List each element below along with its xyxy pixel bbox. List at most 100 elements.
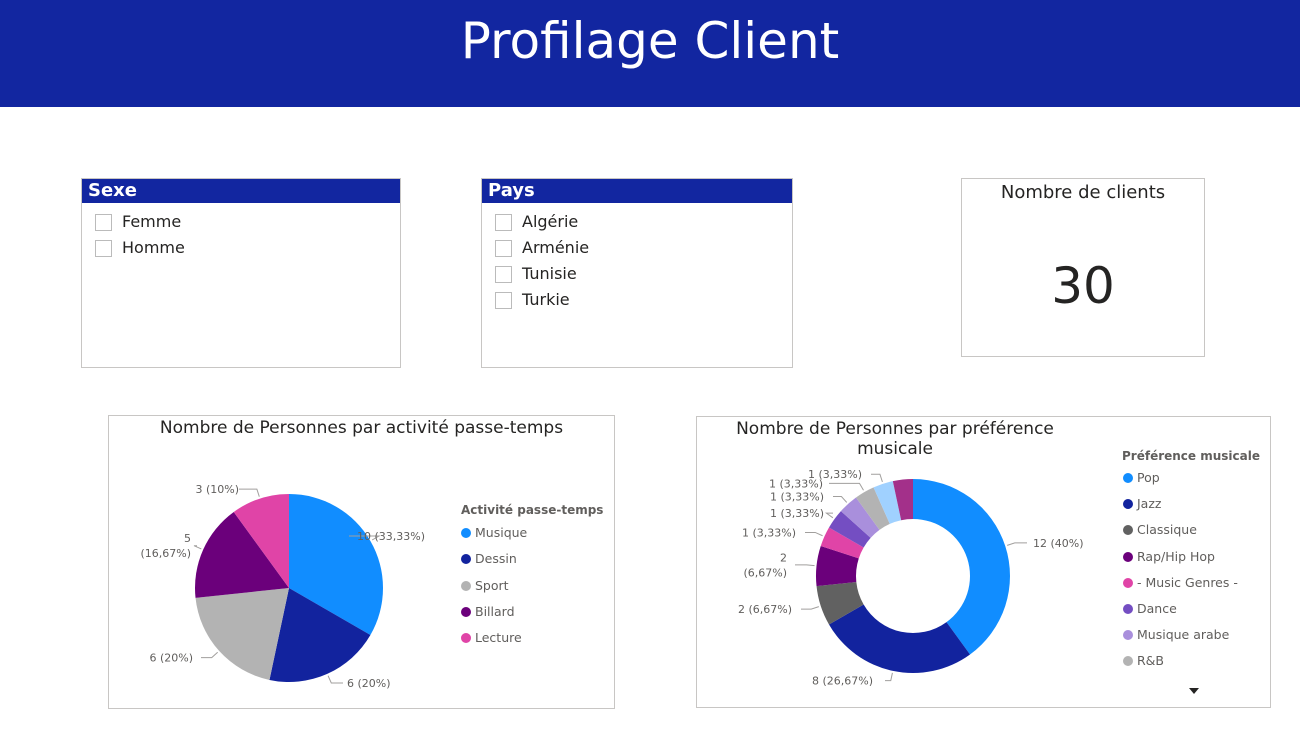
sexe-slicer: Sexe Femme Homme [81, 178, 401, 368]
legend-item[interactable]: Jazz [1123, 494, 1161, 514]
leader-line [1007, 542, 1027, 546]
legend-marker [1123, 577, 1133, 588]
checkbox[interactable] [495, 214, 512, 231]
slicer-option-homme[interactable]: Homme [82, 235, 400, 261]
data-label: 8 (26,67%) [812, 675, 873, 688]
report-title: Profilage Client [460, 12, 840, 70]
slicer-option-algerie[interactable]: Algérie [482, 209, 792, 235]
leader-line [239, 488, 260, 497]
hobby-pie-visual: Nombre de Personnes par activité passe-t… [108, 415, 615, 709]
data-label: 1 (3,33%) [770, 507, 824, 520]
leader-line [885, 672, 893, 682]
legend-label: Musique [475, 525, 528, 540]
report-header: Profilage Client [0, 0, 1300, 107]
checkbox[interactable] [95, 240, 112, 257]
legend-label: Sport [475, 577, 509, 593]
leader-line [805, 531, 823, 537]
slicer-title: Pays [482, 179, 792, 203]
legend-label: Billard [475, 603, 515, 619]
data-label: 1 (3,33%) [770, 490, 824, 503]
slicer-option-label: Tunisie [522, 264, 577, 283]
leader-line [871, 473, 883, 482]
leader-line [327, 675, 343, 684]
legend-item[interactable]: Musique arabe [1123, 625, 1229, 645]
data-label: (16,67%) [140, 547, 191, 560]
data-label: 6 (20%) [347, 677, 391, 690]
legend-item[interactable]: Billard [461, 602, 515, 622]
slicer-option-label: Homme [122, 238, 185, 257]
chart-title: Nombre de Personnes par activité passe-t… [159, 418, 564, 438]
slicer-option-label: Turkie [522, 290, 570, 309]
legend-item[interactable]: Dance [1123, 599, 1177, 619]
legend-label: Rap/Hip Hop [1137, 548, 1215, 564]
pie-slice[interactable] [828, 604, 971, 674]
legend-marker [1123, 499, 1133, 510]
checkbox[interactable] [495, 292, 512, 309]
leader-line [833, 495, 848, 503]
legend-label: Pop [1137, 470, 1160, 485]
data-label: 2 [780, 551, 787, 564]
legend-marker [461, 606, 471, 617]
leader-line [795, 564, 815, 567]
checkbox[interactable] [495, 240, 512, 257]
pie-slice[interactable] [913, 479, 1010, 655]
clients-count-card: Nombre de clients 30 [961, 178, 1205, 357]
legend-item[interactable]: Sport [461, 576, 509, 596]
card-title: Nombre de clients [1000, 182, 1166, 203]
legend-label: Lecture [475, 630, 522, 646]
legend-item[interactable]: Musique [461, 523, 527, 543]
legend-marker [1123, 473, 1133, 483]
slicer-option-label: Femme [122, 212, 182, 231]
legend-title: Préférence musicale [1122, 449, 1261, 463]
slicer-option-label: Arménie [522, 238, 590, 257]
hobby-pie-chart: 10 (33,33%) 6 (20%) 6 (20%) 5 (16,67%) 3 (10%… [140, 483, 425, 690]
legend-item[interactable]: Lecture [461, 628, 522, 648]
data-label: 2 (6,67%) [738, 603, 792, 616]
pays-slicer: Pays Algérie Arménie Tunisie Turkie [481, 178, 793, 368]
slicer-option-label: Algérie [522, 212, 579, 231]
legend-item[interactable]: Rap/Hip Hop [1123, 547, 1215, 567]
data-label: 10 (33,33%) [357, 530, 425, 543]
slicer-option-tunisie[interactable]: Tunisie [482, 261, 792, 287]
leader-line [801, 606, 819, 610]
data-label: 12 (40%) [1033, 537, 1084, 550]
legend-item[interactable]: R&B [1123, 651, 1164, 671]
legend-item[interactable]: Classique [1123, 520, 1197, 540]
leader-line [193, 545, 202, 550]
data-label: 6 (20%) [149, 652, 193, 665]
leader-line [201, 651, 218, 659]
legend-marker [1123, 604, 1133, 614]
card-value: 30 [1051, 257, 1115, 315]
music-donut-chart: 12 (40%) 8 (26,67%) 2 (6,67%) 2 (6,67%) 1 (3,… [738, 468, 1084, 688]
slicer-option-turkie[interactable]: Turkie [482, 287, 792, 313]
slicer-option-femme[interactable]: Femme [82, 209, 400, 235]
legend-label: - Music Genres - [1137, 574, 1238, 590]
music-donut-visual: Nombre de Personnes par préférence music… [696, 416, 1271, 708]
legend-label: Dessin [475, 551, 517, 567]
legend-item[interactable]: Pop [1123, 468, 1160, 488]
legend-marker [461, 528, 471, 538]
legend-marker [461, 633, 471, 644]
legend-label: Jazz [1137, 496, 1162, 512]
slicer-option-armenie[interactable]: Arménie [482, 235, 792, 261]
leader-line [824, 512, 834, 519]
legend-item[interactable]: - Music Genres - [1123, 573, 1238, 593]
legend-item[interactable]: Dessin [461, 549, 517, 569]
legend-marker [461, 554, 471, 565]
checkbox[interactable] [95, 214, 112, 231]
data-label: 1 (3,33%) [742, 526, 796, 539]
legend-label: Musique arabe [1137, 627, 1230, 643]
legend-label: Classique [1137, 522, 1197, 538]
legend-marker [1123, 551, 1133, 562]
checkbox[interactable] [495, 266, 512, 283]
slicer-title: Sexe [82, 179, 400, 203]
legend-marker [1123, 525, 1133, 536]
legend-marker [1123, 630, 1133, 641]
legend-marker [1123, 656, 1133, 667]
data-label: 5 [184, 532, 191, 545]
leader-line [829, 482, 864, 491]
legend-marker [461, 580, 471, 591]
data-label: 1 (3,33%) [808, 468, 862, 481]
data-label: (6,67%) [743, 566, 787, 579]
legend-scroll-down-icon[interactable] [1189, 688, 1199, 694]
